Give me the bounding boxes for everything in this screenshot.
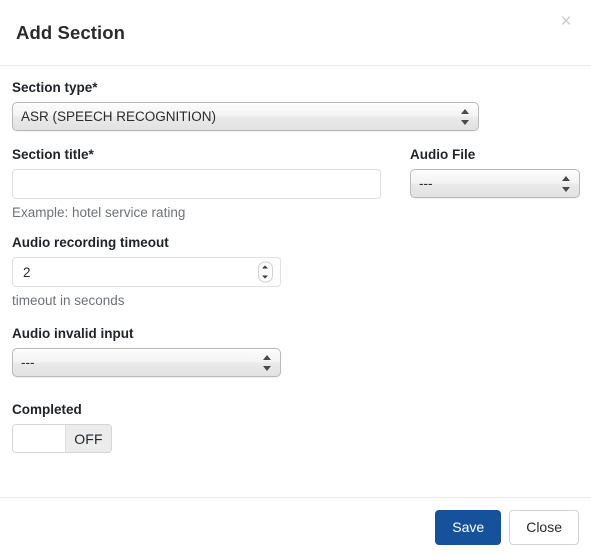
audio-invalid-input-select[interactable]: --- bbox=[12, 348, 281, 377]
field-audio-file: Audio File --- bbox=[410, 147, 580, 221]
chevron-updown-icon bbox=[263, 354, 272, 372]
audio-recording-timeout-label: Audio recording timeout bbox=[12, 235, 169, 250]
section-title-input[interactable] bbox=[12, 169, 381, 199]
save-button[interactable]: Save bbox=[435, 509, 502, 545]
audio-file-value: --- bbox=[419, 176, 433, 191]
toggle-knob bbox=[13, 425, 66, 452]
section-type-select[interactable]: ASR (SPEECH RECOGNITION) bbox=[12, 102, 479, 131]
section-type-value: ASR (SPEECH RECOGNITION) bbox=[21, 109, 217, 124]
page-title: Add Section bbox=[16, 22, 126, 44]
chevron-updown-icon bbox=[562, 175, 571, 193]
quantity-stepper-icon[interactable] bbox=[258, 261, 273, 283]
audio-recording-timeout-wrap bbox=[12, 257, 281, 287]
field-section-title: Section title* Example: hotel service ra… bbox=[12, 147, 381, 221]
close-button[interactable]: Close bbox=[509, 509, 579, 545]
section-type-label: Section type* bbox=[12, 80, 98, 95]
audio-invalid-input-label: Audio invalid input bbox=[12, 326, 134, 341]
title-and-audio-row: Section title* Example: hotel service ra… bbox=[12, 147, 580, 221]
chevron-updown-icon bbox=[461, 108, 470, 126]
audio-file-select[interactable]: --- bbox=[410, 169, 580, 198]
close-icon[interactable]: × bbox=[555, 11, 577, 33]
field-completed: Completed OFF bbox=[12, 402, 579, 457]
add-section-modal: Add Section × Section type* ASR (SPEECH … bbox=[0, 0, 591, 556]
audio-recording-timeout-input[interactable] bbox=[12, 257, 281, 287]
section-title-help: Example: hotel service rating bbox=[12, 205, 186, 220]
completed-label: Completed bbox=[12, 402, 82, 417]
completed-toggle[interactable]: OFF bbox=[12, 424, 112, 453]
audio-invalid-input-value: --- bbox=[21, 355, 35, 370]
toggle-state-label: OFF bbox=[66, 425, 111, 452]
modal-body: Section type* ASR (SPEECH RECOGNITION) S… bbox=[0, 66, 591, 497]
modal-header: Add Section × bbox=[0, 0, 591, 66]
field-section-type: Section type* ASR (SPEECH RECOGNITION) bbox=[12, 80, 579, 131]
audio-recording-timeout-help: timeout in seconds bbox=[12, 293, 125, 308]
audio-file-label: Audio File bbox=[410, 147, 476, 162]
section-title-label: Section title* bbox=[12, 147, 94, 162]
modal-footer: Save Close bbox=[0, 497, 591, 556]
field-audio-recording-timeout: Audio recording timeout timeout in secon… bbox=[12, 235, 579, 309]
field-audio-invalid-input: Audio invalid input --- bbox=[12, 326, 579, 377]
